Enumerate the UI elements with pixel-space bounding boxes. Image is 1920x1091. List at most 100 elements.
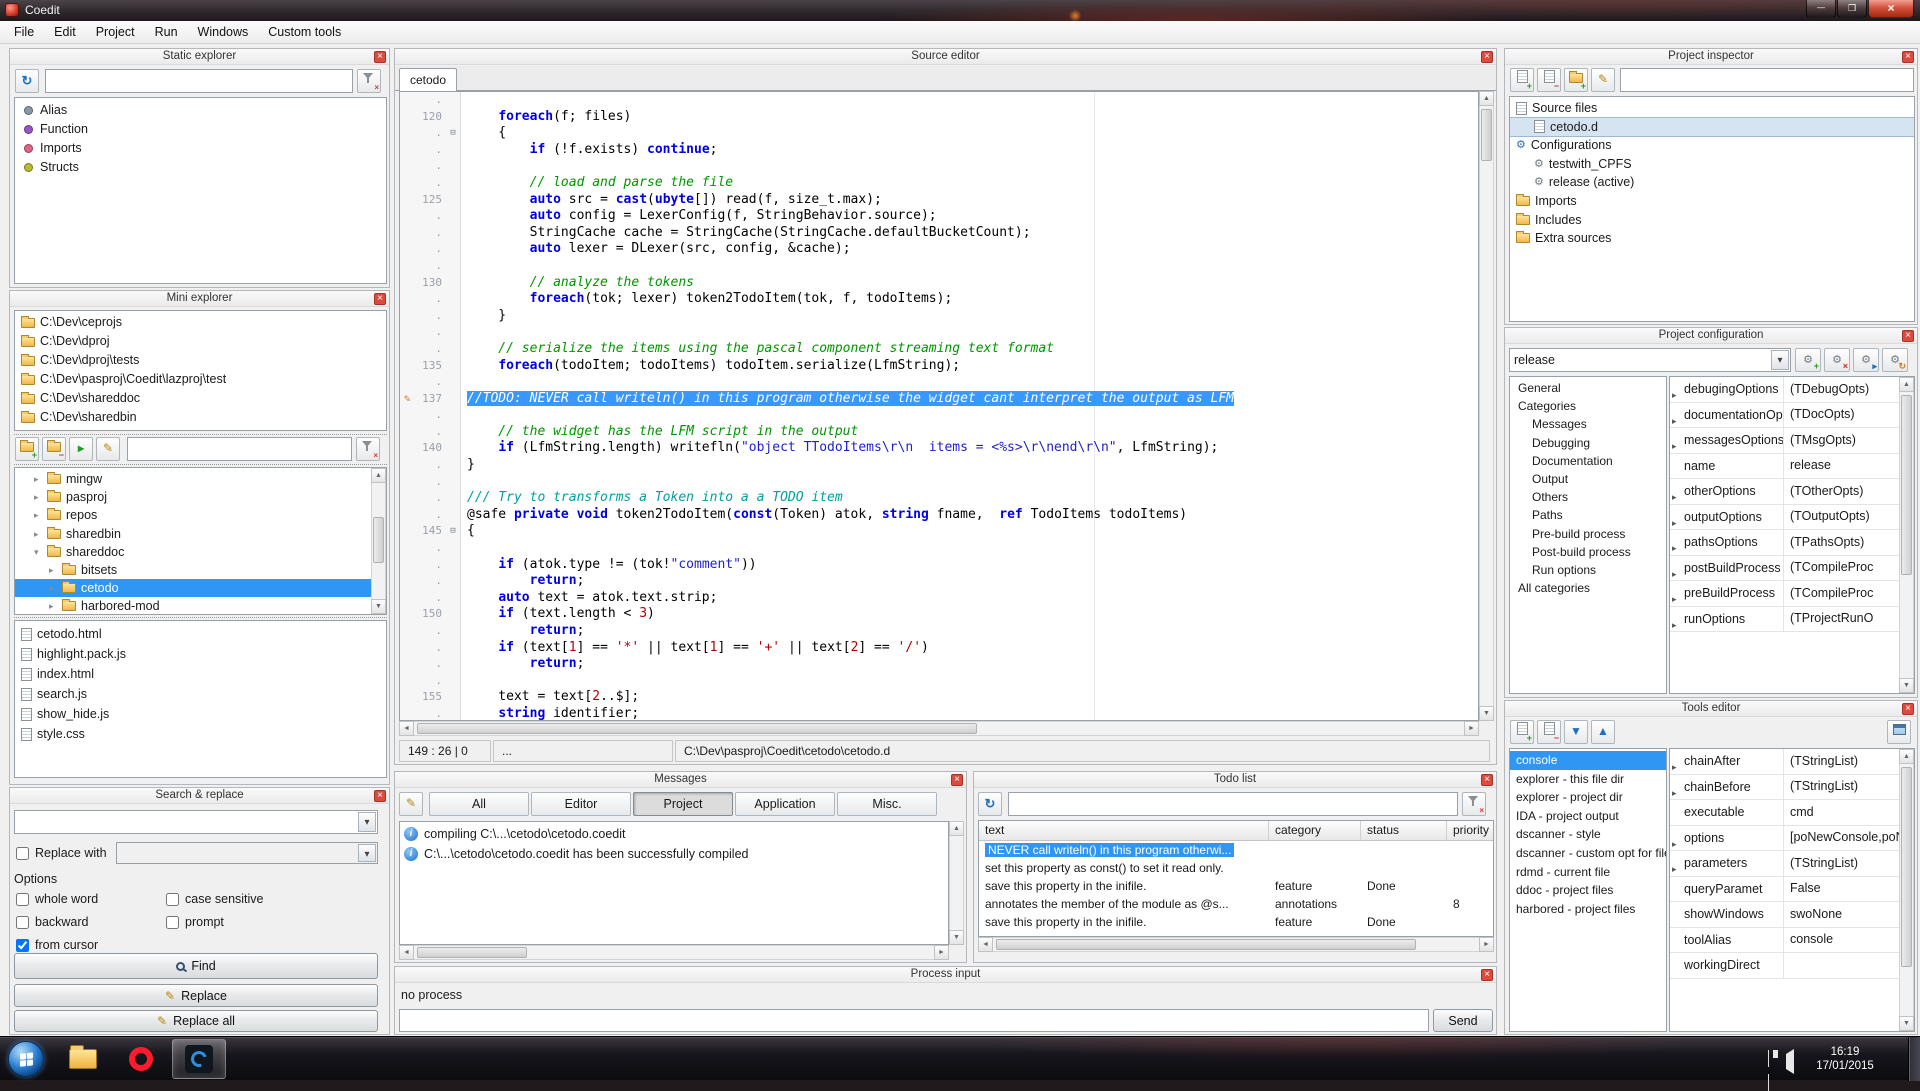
inspector-filter-input[interactable]: [1620, 68, 1914, 92]
config-category[interactable]: All categories: [1510, 579, 1666, 597]
config-category[interactable]: Run options: [1510, 561, 1666, 579]
folder-tree-node[interactable]: ▸mingw: [15, 470, 386, 488]
replace-all-button[interactable]: Replace all: [14, 1010, 378, 1032]
splitter[interactable]: [14, 617, 387, 618]
code-editor[interactable]: .120 foreach(f; files).⊟ {. if (!f.exist…: [399, 91, 1479, 721]
favorite-folder-row[interactable]: C:\Dev\shareddoc: [15, 389, 386, 408]
scroll-up-icon[interactable]: ▲: [1899, 749, 1914, 764]
favorite-folder-row[interactable]: C:\Dev\pasproj\Coedit\lazproj\test: [15, 370, 386, 389]
code-line[interactable]: . foreach(tok; lexer) token2TodoItem(tok…: [400, 291, 1478, 308]
code-line[interactable]: .@safe private void token2TodoItem(const…: [400, 507, 1478, 524]
todo-row[interactable]: NEVER call writeln() in this program oth…: [979, 841, 1493, 859]
add-configuration-button[interactable]: ⚙+: [1795, 348, 1821, 372]
code-line[interactable]: . }: [400, 308, 1478, 325]
code-line[interactable]: . auto config = LexerConfig(f, StringBeh…: [400, 208, 1478, 225]
expand-arrow-icon[interactable]: ▸: [1672, 755, 1677, 774]
tool-item[interactable]: harbored - project files: [1510, 900, 1666, 919]
tool-item[interactable]: ddoc - project files: [1510, 881, 1666, 900]
code-line[interactable]: .: [400, 92, 1478, 109]
folder-tree-node[interactable]: ▸sharedbin: [15, 525, 386, 543]
property-row[interactable]: showWindowsswoNone: [1670, 902, 1914, 928]
expander-icon[interactable]: ▸: [49, 579, 62, 597]
minimize-button[interactable]: [1806, 0, 1836, 18]
tool-item[interactable]: explorer - project dir: [1510, 788, 1666, 807]
option-case-sensitive[interactable]: case sensitive: [166, 890, 380, 908]
expand-arrow-icon[interactable]: ▸: [1672, 409, 1677, 428]
explorer-filter-input[interactable]: [127, 437, 352, 461]
send-button[interactable]: Send: [1433, 1009, 1493, 1032]
file-row[interactable]: highlight.pack.js: [15, 644, 386, 664]
close-button[interactable]: [1868, 0, 1914, 18]
title-bar[interactable]: Coedit: [0, 0, 1920, 21]
dropdown-icon[interactable]: [358, 844, 376, 862]
remove-tool-button[interactable]: −: [1537, 720, 1561, 744]
folder-tree-node[interactable]: ▸bitsets: [15, 561, 386, 579]
code-line[interactable]: . auto lexer = DLexer(src, config, &cach…: [400, 241, 1478, 258]
symbol-row[interactable]: Alias: [15, 101, 386, 120]
scrollbar-vertical[interactable]: ▲ ▼: [949, 821, 964, 945]
delete-configuration-button[interactable]: ⚙×: [1824, 348, 1850, 372]
scrollbar-vertical[interactable]: ▲ ▼: [371, 468, 386, 614]
todo-row[interactable]: save this property in the inifile.featur…: [979, 877, 1493, 895]
message-row[interactable]: icompiling C:\...\cetodo\cetodo.coedit: [400, 824, 948, 844]
add-folder-button[interactable]: +: [1564, 68, 1588, 92]
option-backward[interactable]: backward: [16, 913, 166, 931]
process-input-field[interactable]: [399, 1009, 1429, 1032]
clear-messages-button[interactable]: [399, 792, 423, 816]
todo-column-priority[interactable]: priority: [1447, 821, 1494, 841]
todo-column-status[interactable]: status: [1361, 821, 1447, 841]
move-up-button[interactable]: ▲: [1591, 720, 1615, 744]
menu-item-file[interactable]: File: [4, 23, 44, 41]
scroll-down-icon[interactable]: ▼: [949, 930, 964, 945]
scroll-down-icon[interactable]: ▼: [1479, 706, 1494, 721]
code-line[interactable]: 155 text = text[2..$];: [400, 689, 1478, 706]
edit-button[interactable]: [1591, 68, 1615, 92]
scroll-down-icon[interactable]: ▼: [1899, 1016, 1914, 1031]
expander-icon[interactable]: ▸: [34, 470, 47, 488]
refresh-button[interactable]: [978, 792, 1002, 816]
folder-tree-node[interactable]: ▸harbored-mod: [15, 597, 386, 615]
todo-column-text[interactable]: text: [979, 821, 1269, 841]
config-category[interactable]: Post-build process: [1510, 543, 1666, 561]
project-node[interactable]: ⚙release (active): [1510, 173, 1914, 192]
scrollbar-vertical[interactable]: ▲ ▼: [1899, 377, 1914, 693]
editor-scrollbar-vertical[interactable]: ▲ ▼: [1479, 91, 1494, 721]
todo-filter-input[interactable]: [1008, 792, 1458, 816]
property-row[interactable]: executablecmd: [1670, 800, 1914, 826]
menu-item-run[interactable]: Run: [145, 23, 188, 41]
messages-filter-editor[interactable]: Editor: [531, 792, 631, 816]
file-row[interactable]: cetodo.html: [15, 624, 386, 644]
todo-row[interactable]: annotates the member of the module as @s…: [979, 895, 1493, 913]
folder-tree-node[interactable]: ▸cetodo: [15, 579, 386, 597]
close-panel-icon[interactable]: [1481, 774, 1493, 786]
scroll-up-icon[interactable]: ▲: [1479, 91, 1494, 106]
move-down-button[interactable]: ▼: [1564, 720, 1588, 744]
scroll-thumb[interactable]: [996, 939, 1416, 950]
scroll-thumb[interactable]: [1901, 767, 1912, 967]
add-tool-button[interactable]: +: [1510, 720, 1534, 744]
favorite-folder-row[interactable]: C:\Dev\dproj\tests: [15, 351, 386, 370]
folder-tree-node[interactable]: ▸repos: [15, 506, 386, 524]
code-line[interactable]: 150 if (text.length < 3): [400, 606, 1478, 623]
remove-favorite-button[interactable]: −: [42, 437, 66, 461]
file-row[interactable]: index.html: [15, 664, 386, 684]
expander-icon[interactable]: ▸: [34, 525, 47, 543]
code-line[interactable]: . return;: [400, 623, 1478, 640]
scroll-thumb[interactable]: [417, 723, 977, 734]
checkbox[interactable]: [166, 916, 179, 929]
scroll-right-icon[interactable]: ►: [1479, 937, 1494, 952]
project-node[interactable]: cetodo.d: [1510, 118, 1914, 137]
code-line[interactable]: . if (!f.exists) continue;: [400, 142, 1478, 159]
todo-row[interactable]: save this property in the inifile.featur…: [979, 913, 1493, 931]
checkbox[interactable]: [16, 916, 29, 929]
expand-arrow-icon[interactable]: ▸: [1672, 434, 1677, 453]
close-panel-icon[interactable]: [1481, 51, 1493, 63]
expand-arrow-icon[interactable]: ▸: [1672, 613, 1677, 632]
config-category[interactable]: General: [1510, 379, 1666, 397]
scroll-thumb[interactable]: [1901, 395, 1912, 575]
start-button[interactable]: [8, 1041, 44, 1077]
refresh-button[interactable]: [15, 69, 39, 93]
scrollbar-horizontal[interactable]: ◄ ►: [978, 937, 1494, 952]
property-row[interactable]: chainAfter▸(TStringList): [1670, 749, 1914, 775]
menu-item-custom-tools[interactable]: Custom tools: [258, 23, 351, 41]
